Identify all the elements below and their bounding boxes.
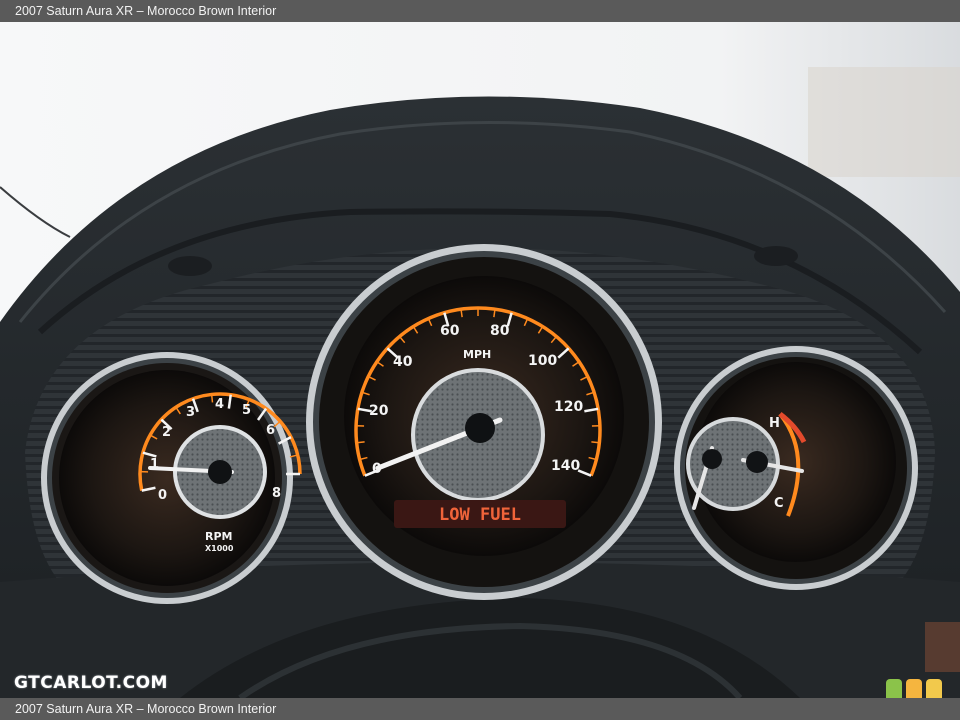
speedometer-unit: MPH (463, 348, 491, 361)
tach-tick-6: 6 (266, 423, 275, 438)
tach-tick-0: 0 (158, 488, 167, 503)
caption-top: 2007 Saturn Aura XR – Morocco Brown Inte… (0, 0, 960, 22)
speedometer-gauge: 0 20 40 60 80 100 120 140 MPH LOW FUEL (306, 244, 662, 600)
tachometer-hub (208, 460, 232, 484)
speed-tick-80: 80 (490, 323, 510, 339)
temperature-cold-label: C (774, 496, 784, 511)
tach-tick-2: 2 (162, 425, 171, 440)
tachometer-sublabel: X1000 (205, 544, 234, 553)
speed-tick-140: 140 (551, 458, 580, 474)
tachometer-label: RPM (205, 530, 232, 543)
watermark-logo: GTCARLOT.COM (14, 673, 168, 693)
badge-yellow-icon (926, 679, 942, 698)
speed-tick-120: 120 (554, 399, 583, 415)
tach-tick-8: 8 (272, 486, 281, 501)
tachometer-tick (210, 394, 214, 403)
fuel-temperature-gauge: H C (674, 346, 918, 590)
badge-green-icon (886, 679, 902, 698)
speed-tick-100: 100 (528, 353, 557, 369)
tach-tick-4: 4 (215, 397, 224, 412)
tach-tick-5: 5 (242, 403, 251, 418)
speedometer-tick (356, 441, 365, 444)
speedometer-hub (465, 413, 495, 443)
low-fuel-warning: LOW FUEL (439, 505, 521, 525)
speed-tick-20: 20 (369, 403, 389, 419)
tach-tick-3: 3 (186, 405, 195, 420)
speedometer-tick (591, 441, 600, 444)
speed-tick-40: 40 (393, 354, 413, 370)
badge-orange-icon (906, 679, 922, 698)
caption-bottom: 2007 Saturn Aura XR – Morocco Brown Inte… (0, 698, 960, 720)
dashboard-photo: 0 1 2 3 4 5 6 8 RPM X1000 0 20 40 60 (0, 22, 960, 698)
instrument-cluster: 0 1 2 3 4 5 6 8 RPM X1000 0 20 40 60 (0, 22, 960, 698)
temperature-hot-label: H (769, 416, 780, 431)
speed-tick-60: 60 (440, 323, 460, 339)
